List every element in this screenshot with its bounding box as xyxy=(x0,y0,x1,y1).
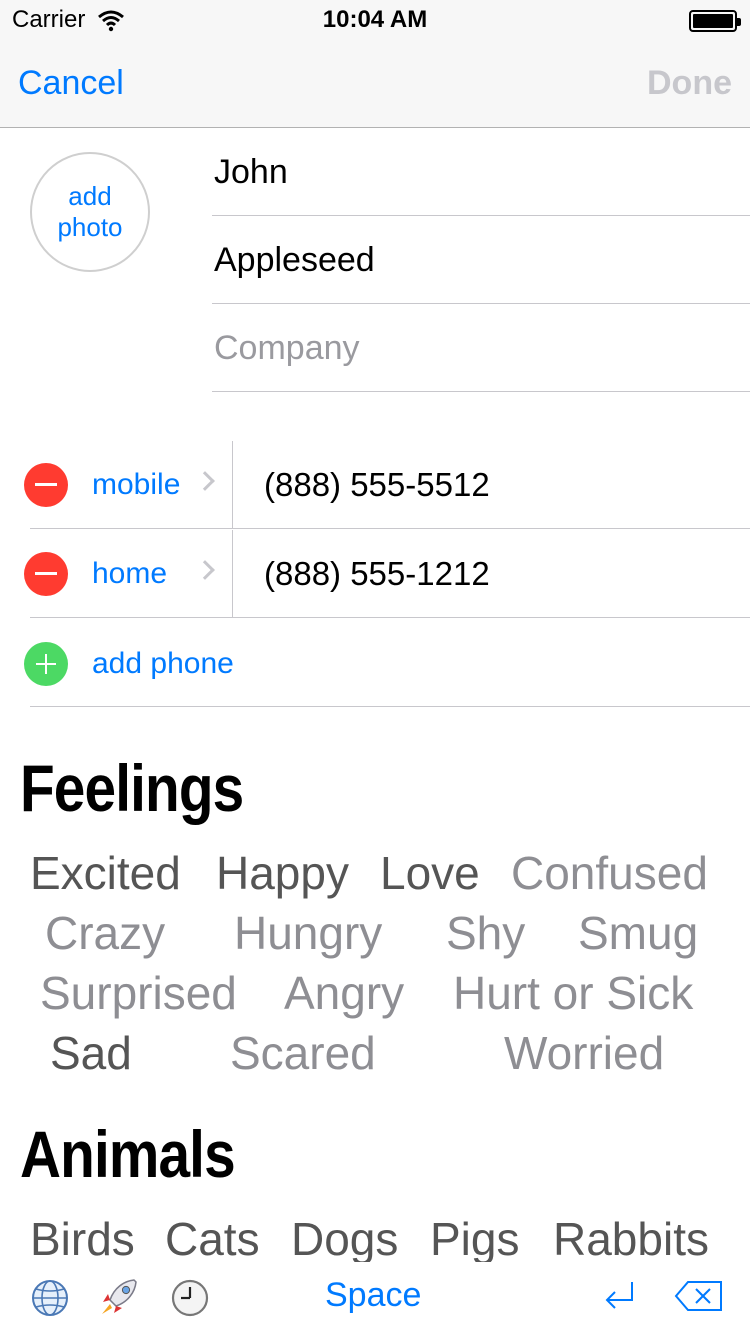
phone-number-field[interactable]: (888) 555-1212 xyxy=(264,530,490,618)
divider xyxy=(30,528,750,529)
rocket-icon[interactable] xyxy=(98,1276,140,1318)
phone-row-mobile: mobile (888) 555-5512 xyxy=(0,441,750,529)
cancel-button[interactable]: Cancel xyxy=(18,64,124,103)
return-icon[interactable] xyxy=(600,1278,638,1314)
word-chip[interactable]: Love xyxy=(380,848,480,898)
chevron-right-icon[interactable] xyxy=(195,471,215,491)
phone-label-mobile[interactable]: mobile xyxy=(92,441,180,529)
word-chip[interactable]: Worried xyxy=(504,1028,664,1078)
word-chip[interactable]: Rabbits xyxy=(553,1214,709,1264)
add-phone-label[interactable]: add phone xyxy=(92,620,234,708)
word-chip[interactable]: Pigs xyxy=(430,1214,519,1264)
status-bar: Carrier 10:04 AM xyxy=(0,0,750,40)
remove-phone-button[interactable] xyxy=(24,552,68,596)
chevron-right-icon[interactable] xyxy=(195,560,215,580)
word-chip[interactable]: Excited xyxy=(30,848,181,898)
keyboard-toolbar: Space xyxy=(0,1262,750,1334)
globe-icon[interactable] xyxy=(30,1278,70,1318)
divider xyxy=(30,617,750,618)
word-chip[interactable]: Happy xyxy=(216,848,349,898)
add-phone-icon[interactable] xyxy=(24,642,68,686)
separator xyxy=(232,530,233,618)
word-chip[interactable]: Smug xyxy=(578,908,698,958)
phone-number-field[interactable]: (888) 555-5512 xyxy=(264,441,490,529)
delete-icon[interactable] xyxy=(674,1280,724,1312)
divider xyxy=(212,391,750,392)
status-time: 10:04 AM xyxy=(322,6,428,33)
word-chip[interactable]: Shy xyxy=(446,908,525,958)
word-chip[interactable]: Hurt or Sick xyxy=(453,968,693,1018)
word-chip[interactable]: Surprised xyxy=(40,968,237,1018)
done-button[interactable]: Done xyxy=(647,64,732,103)
remove-phone-button[interactable] xyxy=(24,463,68,507)
nav-bar: Cancel Done xyxy=(0,40,750,128)
phone-label-home[interactable]: home xyxy=(92,530,167,618)
word-chip[interactable]: Scared xyxy=(230,1028,376,1078)
section-title-feelings: Feelings xyxy=(20,751,244,825)
word-chip[interactable]: Crazy xyxy=(45,908,165,958)
divider xyxy=(30,706,750,707)
add-phone-row[interactable]: add phone xyxy=(0,620,750,708)
word-chip[interactable]: Birds xyxy=(30,1214,135,1264)
battery-icon xyxy=(689,10,741,32)
word-chip[interactable]: Confused xyxy=(511,848,708,898)
word-chip[interactable]: Cats xyxy=(165,1214,260,1264)
word-chip[interactable]: Hungry xyxy=(234,908,382,958)
section-title-animals: Animals xyxy=(20,1117,236,1191)
phone-row-home: home (888) 555-1212 xyxy=(0,530,750,618)
word-chip[interactable]: Angry xyxy=(284,968,404,1018)
add-photo-label: add photo xyxy=(57,181,123,242)
clock-icon[interactable] xyxy=(170,1278,210,1318)
last-name-field[interactable]: Appleseed xyxy=(214,216,750,304)
word-chip[interactable]: Dogs xyxy=(291,1214,398,1264)
first-name-field[interactable]: John xyxy=(214,128,750,216)
separator xyxy=(232,441,233,529)
company-field[interactable]: Company xyxy=(214,304,750,392)
space-button[interactable]: Space xyxy=(325,1276,421,1315)
add-photo-button[interactable]: add photo xyxy=(30,152,150,272)
word-chip[interactable]: Sad xyxy=(50,1028,132,1078)
